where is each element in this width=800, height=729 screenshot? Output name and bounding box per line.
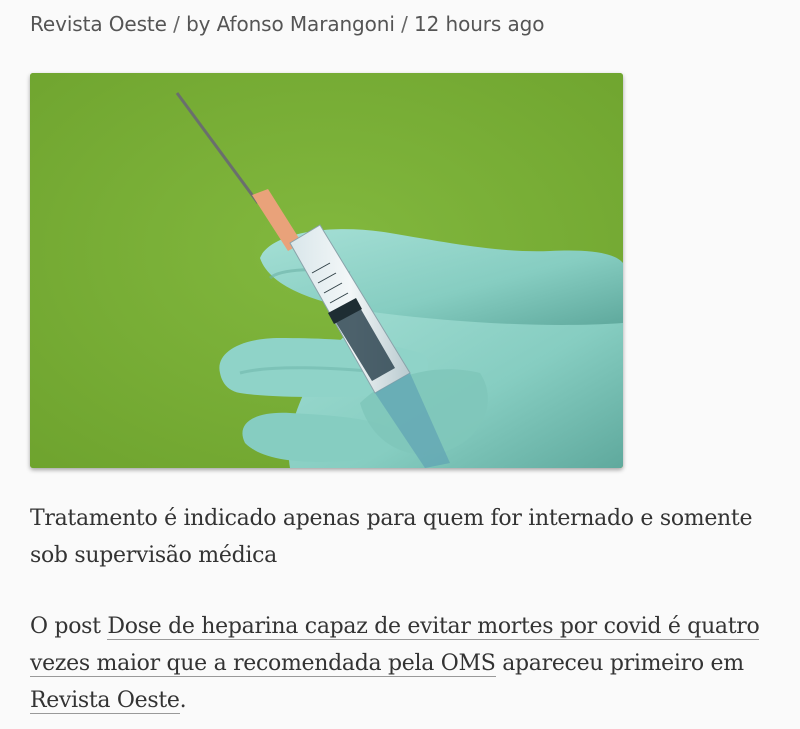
footer-suffix: . — [179, 688, 187, 713]
meta-separator: / — [173, 12, 180, 36]
meta-separator: / — [401, 12, 408, 36]
syringe-photo — [30, 73, 623, 468]
post-meta: Revista Oeste / by Afonso Marangoni / 12… — [30, 12, 544, 36]
author-byline: by Afonso Marangoni — [186, 12, 395, 36]
post-excerpt: Tratamento é indicado apenas para quem f… — [30, 506, 753, 568]
post-time: 12 hours ago — [414, 12, 545, 36]
footer-prefix: O post — [30, 614, 108, 639]
site-link[interactable]: Revista Oeste — [30, 688, 180, 714]
source-name: Revista Oeste — [30, 12, 167, 36]
hero-image — [30, 73, 623, 468]
footer-middle: apareceu primeiro em — [495, 651, 744, 676]
post-footer: O post Dose de heparina capaz de evitar … — [30, 608, 765, 719]
